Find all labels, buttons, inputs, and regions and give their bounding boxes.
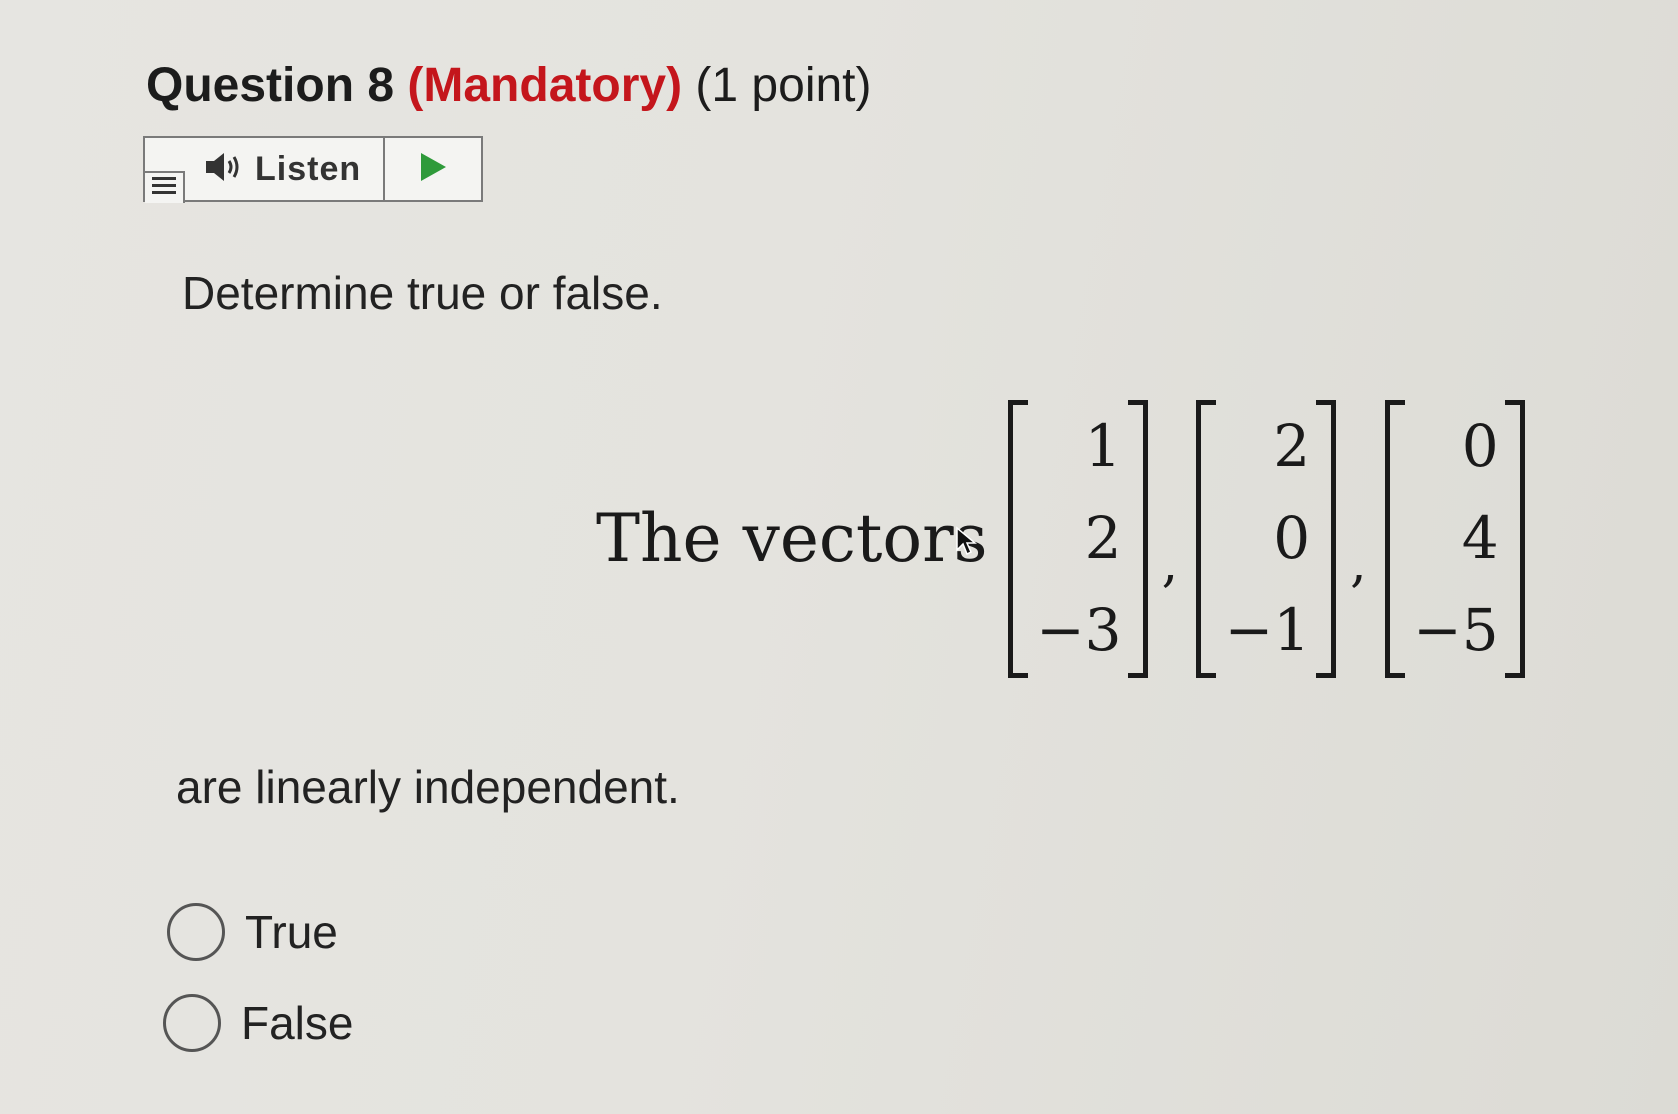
listen-widget: Listen (143, 136, 483, 203)
play-icon (418, 151, 448, 188)
radio-true[interactable] (167, 903, 225, 961)
listen-label: Listen (255, 149, 362, 188)
left-bracket (1007, 399, 1028, 678)
question-title: Question 8 (Mandatory) (1 point) (146, 58, 872, 113)
left-bracket (1196, 399, 1217, 678)
vector-2: 2 0 −1 (1196, 399, 1337, 678)
vector-entry: −3 (1036, 595, 1122, 664)
vector-statement: The vectors 1 2 −3 , 2 0 −1 , 0 4 −5 (596, 396, 1525, 681)
vector-entry: 0 (1461, 411, 1499, 480)
option-false[interactable]: False (163, 994, 353, 1052)
points-label: (1 point) (695, 59, 872, 112)
separator: , (1161, 533, 1179, 594)
right-bracket (1504, 399, 1525, 678)
mouse-cursor-icon (955, 526, 978, 561)
listen-menu-button[interactable] (145, 171, 185, 203)
right-bracket (1316, 399, 1337, 678)
conclusion-text: are linearly independent. (176, 761, 680, 813)
option-false-label: False (241, 997, 354, 1049)
vector-entry: 2 (1273, 411, 1311, 480)
speaker-icon (203, 150, 243, 189)
play-button[interactable] (385, 138, 481, 200)
prompt-text: Determine true or false. (182, 267, 663, 319)
option-true-label: True (245, 906, 338, 958)
vector-entry: −5 (1413, 595, 1499, 664)
vector-entry: 0 (1273, 503, 1311, 572)
right-bracket (1127, 399, 1148, 678)
question-number: Question 8 (146, 59, 395, 112)
option-true[interactable]: True (167, 903, 338, 961)
vector-entry: 2 (1084, 503, 1122, 572)
vector-entry: −1 (1224, 595, 1311, 664)
mandatory-label: (Mandatory) (407, 59, 683, 112)
vector-3: 0 4 −5 (1384, 399, 1525, 678)
lead-text: The vectors (596, 500, 988, 577)
vector-1: 1 2 −3 (1007, 399, 1148, 678)
separator: , (1350, 533, 1367, 594)
left-bracket (1384, 399, 1405, 678)
vector-entry: 1 (1084, 411, 1122, 480)
radio-false[interactable] (163, 994, 221, 1052)
vector-entry: 4 (1461, 503, 1499, 572)
menu-icon (151, 175, 177, 202)
